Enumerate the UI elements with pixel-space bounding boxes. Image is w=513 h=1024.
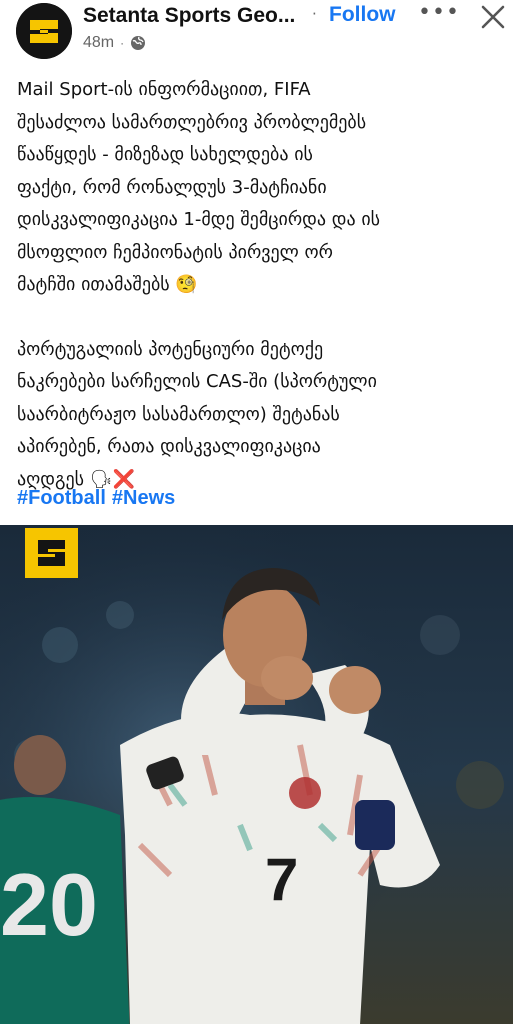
text-line: მსოფლიო ჩემპიონატის პირველ ორ [17,241,333,263]
player-number: 7 [265,846,298,913]
more-icon: ••• [418,0,460,25]
hashtag-football[interactable]: #Football [17,487,106,509]
follow-button[interactable]: Follow [329,3,396,27]
setanta-logo-badge [25,528,78,578]
text-line: დისკვალიფიკაცია 1-მდე შემცირდა და ის [17,209,381,230]
text-line: მატჩში ითამაშებს 🧐 [17,274,198,295]
text-line: შესაძლოა სამართლებრივ პრობლემებს [17,111,367,133]
paragraph-1: Mail Sport-ის ინფორმაციით, FIFA შესაძლოა… [17,74,507,302]
setanta-logo-icon [16,3,72,59]
close-icon [481,5,505,29]
post-photo[interactable]: 20 7 [0,525,513,1024]
header-separator: · [312,5,317,23]
text-line: აპირებენ, რათა დისკვალიფიკაცია [17,436,321,457]
close-button[interactable] [478,2,508,32]
text-line: Mail Sport-ის ინფორმაციით, FIFA [17,79,311,100]
page-avatar[interactable] [16,3,72,59]
setanta-logo-icon [25,528,78,578]
text-line: ნაკრებები სარჩელის CAS-ში (სპორტული [17,371,377,392]
meta-separator: · [120,36,125,50]
background-number: 20 [0,855,98,954]
text-line: ფაქტი, რომ რონალდუს 3-მატჩიანი [17,176,327,198]
post-header: Setanta Sports Geo... · Follow ••• 48m · [0,0,513,64]
text-line: წააწყდეს - მიზეზად სახელდება ის [17,144,313,165]
hashtag-news[interactable]: #News [112,487,175,509]
photo-illustration: 20 7 [0,525,513,1024]
post-meta: 48m · [83,34,146,52]
post-body: Mail Sport-ის ინფორმაციით, FIFA შესაძლოა… [17,74,507,496]
globe-icon [131,36,146,50]
more-options-button[interactable]: ••• [418,0,460,25]
post-time: 48m [83,34,115,51]
hashtags: #Football #News [17,487,181,510]
text-line: პორტუგალიის პოტენციური მეტოქე [17,338,324,360]
page-name[interactable]: Setanta Sports Geo... [83,4,295,28]
text-line: საარბიტრაჟო სასამართლო) შეტანას [17,403,340,425]
paragraph-2: პორტუგალიის პოტენციური მეტოქე ნაკრებები … [17,334,507,497]
